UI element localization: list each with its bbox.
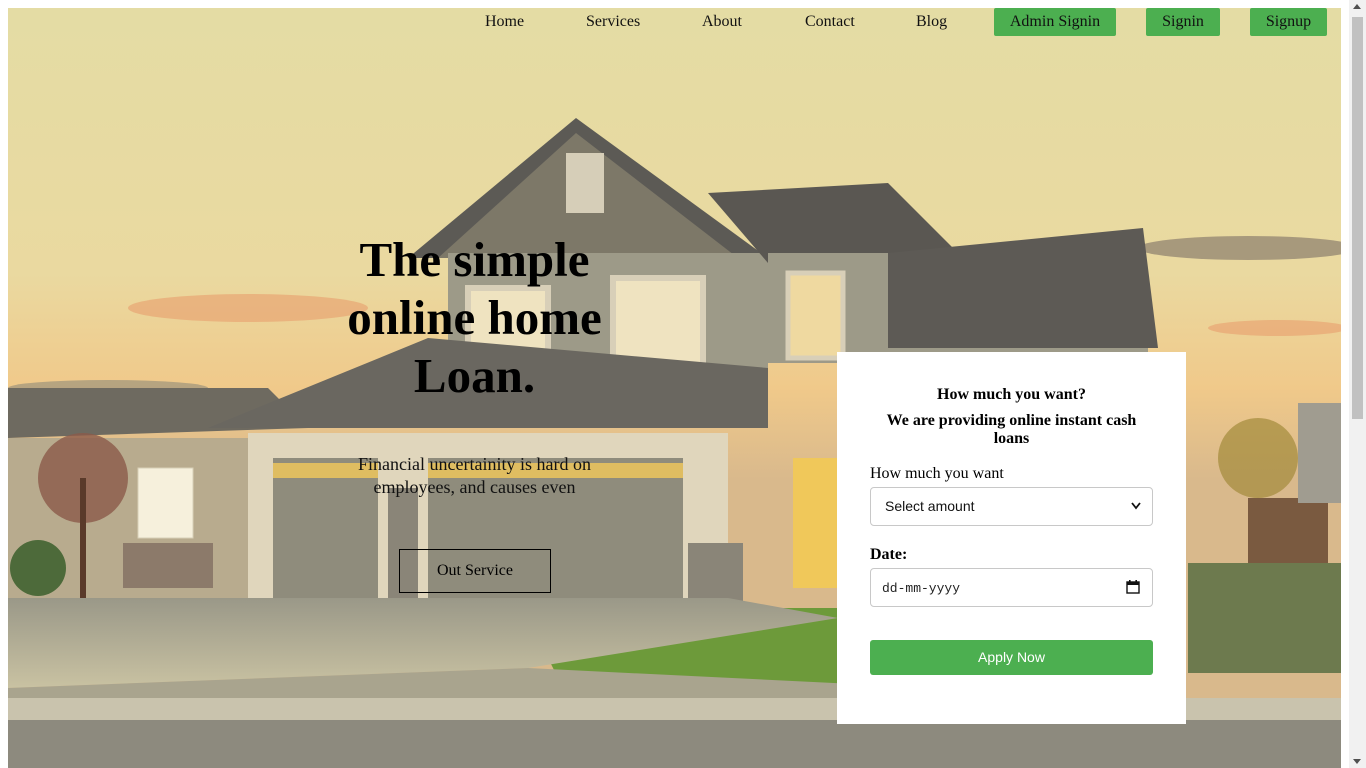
form-subheading: We are providing online instant cash loa… xyxy=(886,412,1137,447)
date-input[interactable]: dd-mm-yyyy xyxy=(870,568,1153,607)
signin-button[interactable]: Signin xyxy=(1146,8,1220,36)
apply-now-button[interactable]: Apply Now xyxy=(870,640,1153,675)
loan-form-card: How much you want? We are providing onli… xyxy=(837,352,1186,724)
amount-label: How much you want xyxy=(870,465,1004,482)
nav-link-contact[interactable]: Contact xyxy=(805,8,855,36)
form-heading: How much you want? xyxy=(937,386,1086,403)
vertical-scrollbar[interactable] xyxy=(1349,0,1366,768)
signup-button[interactable]: Signup xyxy=(1250,8,1327,36)
date-label: Date: xyxy=(870,546,908,563)
amount-select[interactable]: Select amount xyxy=(870,487,1153,526)
scroll-down-arrow-icon[interactable] xyxy=(1353,759,1361,764)
nav-link-home[interactable]: Home xyxy=(485,8,524,36)
chevron-down-icon xyxy=(1131,502,1141,510)
scroll-thumb[interactable] xyxy=(1352,17,1363,419)
date-placeholder: dd-mm-yyyy xyxy=(882,581,961,596)
our-service-button[interactable]: Out Service xyxy=(399,549,551,593)
hero-subtitle: Financial uncertainity is hard on employ… xyxy=(358,454,591,497)
nav-link-blog[interactable]: Blog xyxy=(916,8,947,36)
page: Home Services About Contact Blog Admin S… xyxy=(8,8,1341,768)
hero-title: The simple online home Loan. xyxy=(347,232,602,403)
top-navigation: Home Services About Contact Blog Admin S… xyxy=(8,8,1341,38)
calendar-icon[interactable] xyxy=(1126,580,1140,594)
admin-signin-button[interactable]: Admin Signin xyxy=(994,8,1116,36)
nav-link-services[interactable]: Services xyxy=(586,8,640,36)
hero-section: The simple online home Loan. Financial u… xyxy=(338,231,611,499)
amount-select-value: Select amount xyxy=(885,498,975,514)
nav-link-about[interactable]: About xyxy=(702,8,742,36)
scroll-up-arrow-icon[interactable] xyxy=(1353,4,1361,9)
